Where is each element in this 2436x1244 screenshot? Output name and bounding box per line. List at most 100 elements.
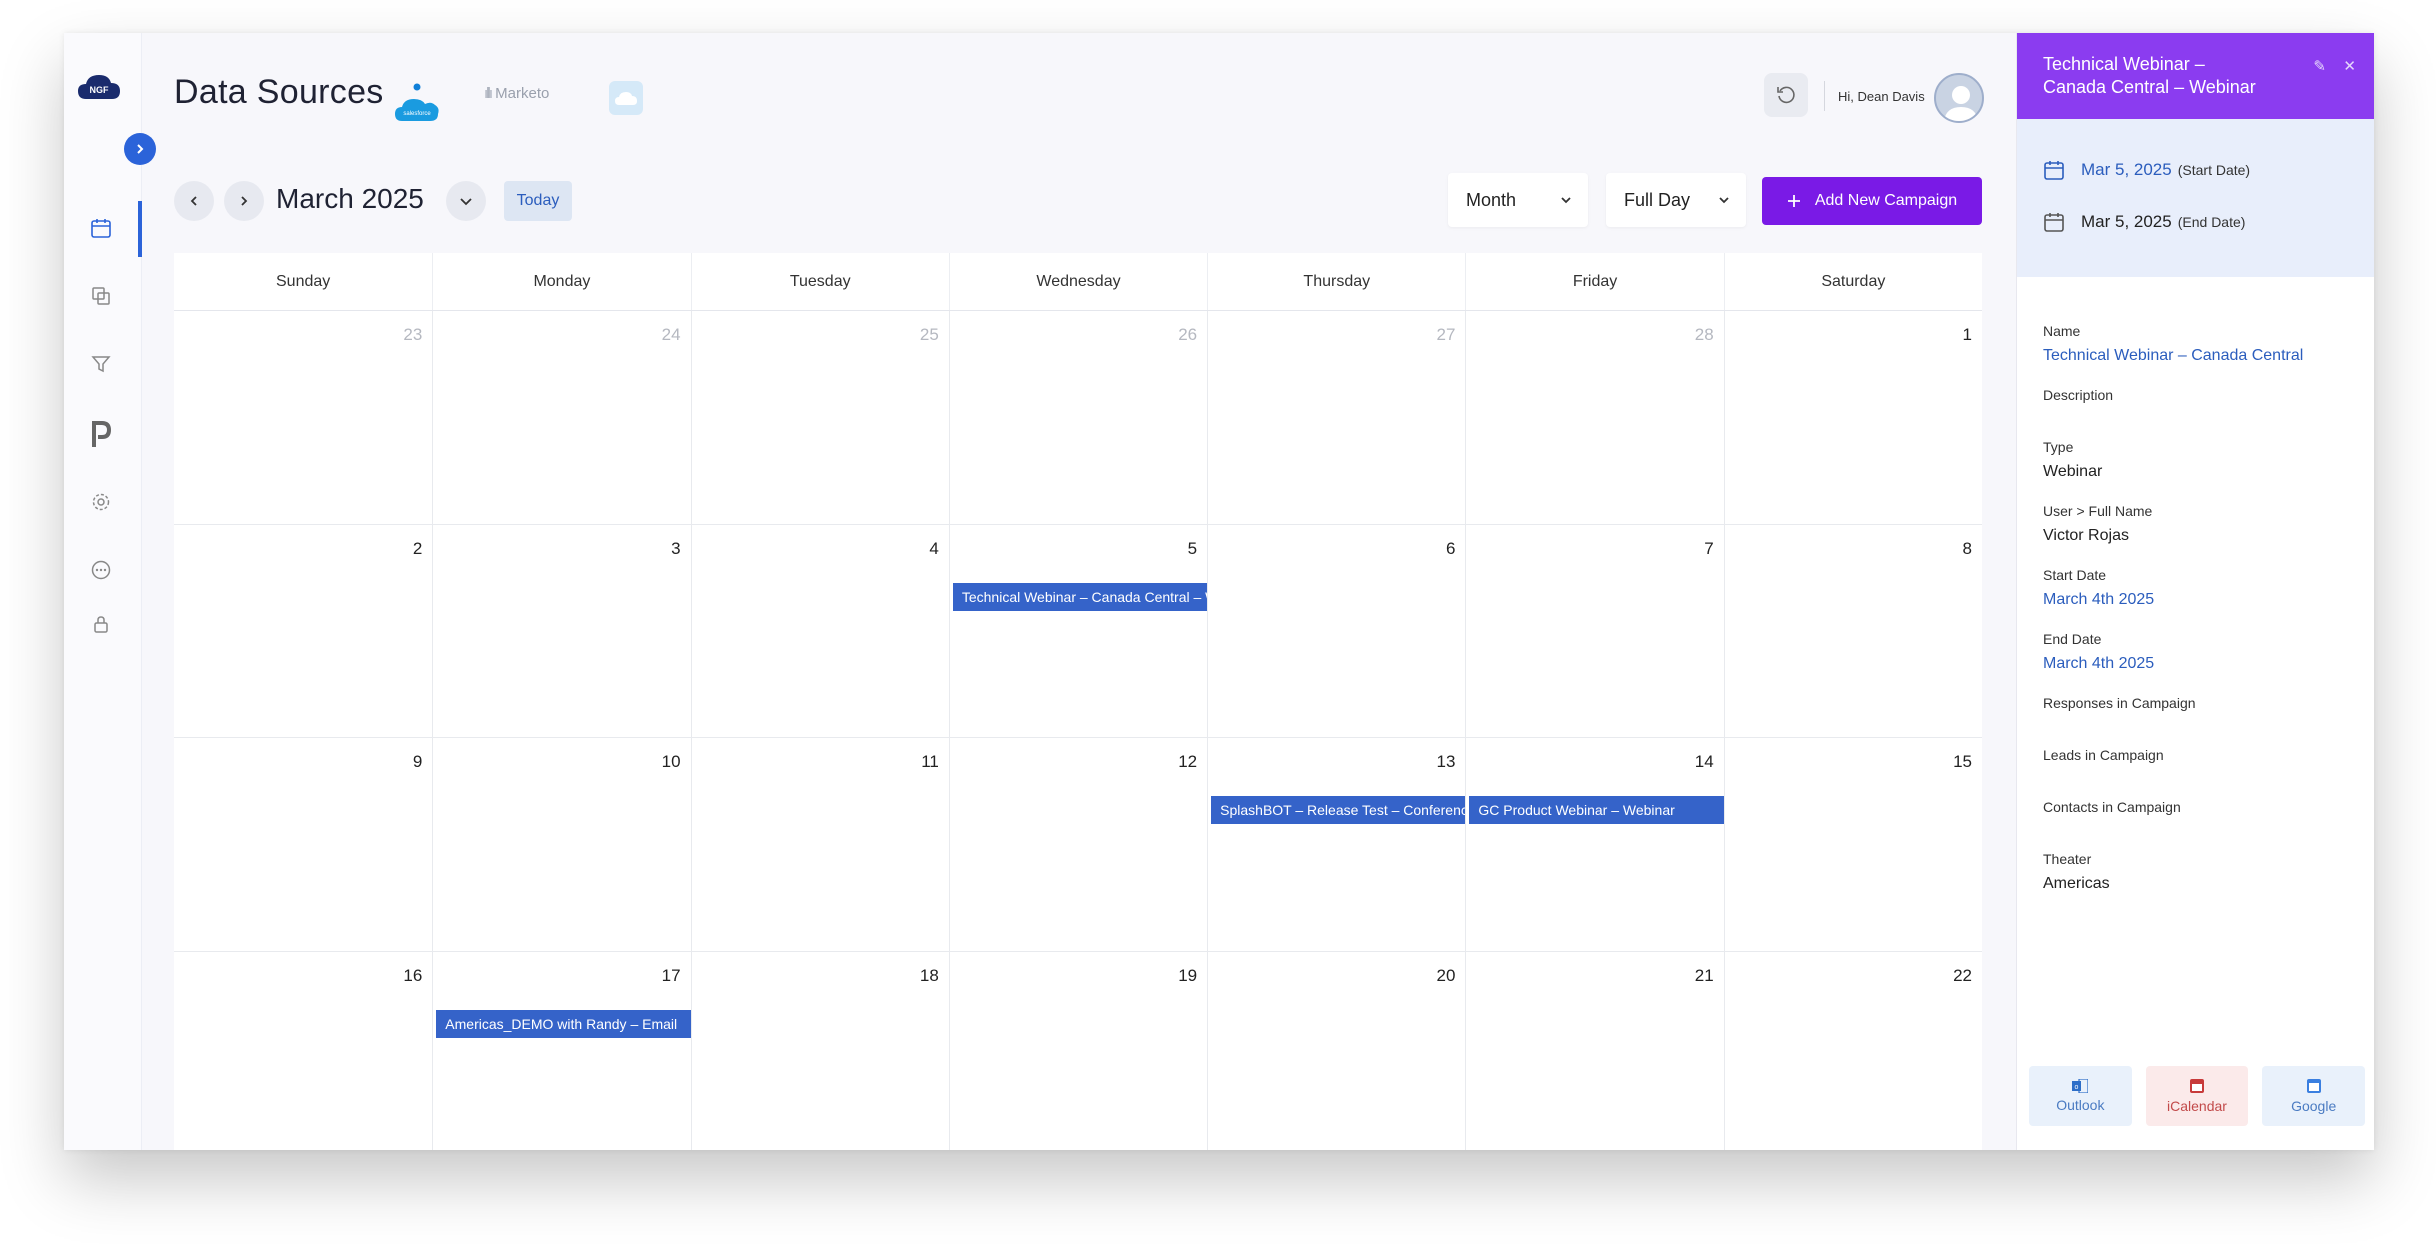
day-cell[interactable]: 26 <box>948 311 1208 525</box>
refresh-button[interactable] <box>1764 73 1808 117</box>
calendar-event[interactable]: SplashBOT – Release Test – Conference <box>1211 796 1466 824</box>
marketo-bars-icon: ıllı <box>484 85 493 102</box>
calendar-icon <box>2044 213 2064 232</box>
day-number: 23 <box>403 325 423 344</box>
add-new-campaign-button[interactable]: Add New Campaign <box>1762 177 1982 225</box>
marketo-logo-text: Marketo <box>495 85 550 102</box>
day-cell[interactable]: 3 <box>432 524 691 738</box>
calendar-nav-icon[interactable] <box>86 213 116 243</box>
icalendar-export-button[interactable]: iCalendar <box>2145 1066 2249 1126</box>
day-cell[interactable]: 18 <box>690 951 949 1150</box>
detail-field-value[interactable]: Technical Webinar – Canada Central <box>2043 343 2348 387</box>
calendar-icon <box>2044 161 2064 180</box>
month-picker-button[interactable] <box>446 181 486 221</box>
page-title: Data Sources <box>174 73 384 111</box>
detail-field-label: Contacts in Campaign <box>2043 799 2181 815</box>
day-number: 28 <box>1694 325 1714 344</box>
calendar-event[interactable]: GC Product Webinar – Webinar <box>1469 796 1724 824</box>
calendar-event[interactable]: Technical Webinar – Canada Central – Web… <box>952 582 1208 611</box>
view-select-value: Month <box>1466 189 1517 210</box>
weekday-label: Sunday <box>276 272 331 290</box>
logo[interactable]: NGF <box>76 71 122 103</box>
avatar[interactable] <box>1934 73 1984 123</box>
day-cell[interactable]: 20 <box>1207 951 1465 1150</box>
chevron-down-icon <box>460 198 472 206</box>
day-cell[interactable]: 23 <box>174 311 433 525</box>
day-cell[interactable]: 5 Technical Webinar – Canada Central – We… <box>948 524 1208 738</box>
cloud-icon <box>615 92 637 105</box>
time-range-select-value: Full Day <box>1624 189 1691 210</box>
day-cell[interactable]: 6 <box>1207 524 1466 738</box>
day-cell[interactable]: 11 <box>690 738 949 952</box>
day-number: 8 <box>1962 538 1972 558</box>
day-cell[interactable]: 10 <box>432 738 691 952</box>
detail-field-label: Description <box>2043 387 2114 403</box>
weekday-label: Friday <box>1465 253 1723 310</box>
day-cell[interactable]: 14 GC Product Webinar – Webinar <box>1465 738 1724 952</box>
detail-field-label: End Date <box>2043 631 2102 647</box>
outlook-icon: o <box>2072 1079 2089 1093</box>
google-calendar-icon <box>2306 1079 2321 1093</box>
day-number: 24 <box>661 325 681 344</box>
chevron-down-icon <box>1719 197 1729 204</box>
day-number: 6 <box>1445 538 1456 558</box>
day-number: 17 <box>661 965 681 985</box>
marketo-source-logo[interactable]: ıllı Marketo <box>484 85 549 102</box>
day-cell[interactable]: 2 <box>174 525 433 738</box>
day-cell[interactable]: 24 <box>432 311 691 525</box>
close-icon[interactable]: ✕ <box>2343 55 2356 78</box>
lock-nav-icon[interactable] <box>86 609 116 639</box>
day-number: 27 <box>1436 325 1456 344</box>
day-cell[interactable]: 27 <box>1207 311 1466 525</box>
detail-field-label: User > Full Name <box>2043 503 2153 519</box>
salesforce-source-logo[interactable]: salesforce <box>394 83 440 134</box>
user-avatar-icon <box>1944 86 1978 121</box>
sidebar: NGF <box>64 33 142 1150</box>
google-export-button[interactable]: Google <box>2262 1066 2366 1126</box>
day-cell[interactable]: 17 Americas_DEMO with Randy – Email <box>432 951 691 1150</box>
day-cell[interactable]: 28 <box>1465 311 1724 525</box>
day-cell[interactable]: 1 <box>1723 311 1982 525</box>
detail-field-empty <box>2043 407 2348 439</box>
sidebar-expand-button[interactable] <box>124 133 156 165</box>
day-cell[interactable]: 7 <box>1465 524 1724 738</box>
day-cell[interactable]: 19 <box>948 951 1207 1150</box>
time-range-select[interactable]: Full Day <box>1606 173 1746 227</box>
outlook-export-button[interactable]: o Outlook <box>2029 1066 2132 1126</box>
day-cell[interactable]: 22 <box>1723 951 1982 1150</box>
day-cell[interactable]: 15 <box>1723 738 1982 952</box>
prev-month-button[interactable] <box>174 181 214 221</box>
day-cell[interactable]: 13 SplashBOT – Release Test – Conference <box>1207 738 1466 952</box>
panel-header: Technical Webinar – Canada Central – Web… <box>2017 33 2374 119</box>
more-nav-icon[interactable] <box>86 555 116 585</box>
detail-field-empty <box>2043 767 2348 799</box>
pardot-nav-icon[interactable] <box>86 419 116 449</box>
day-cell[interactable]: 25 <box>690 311 949 525</box>
day-cell[interactable]: 16 <box>174 952 432 1151</box>
filter-nav-icon[interactable] <box>86 349 116 379</box>
campaign-detail-panel: Technical Webinar – Canada Central – Web… <box>2016 33 2374 1150</box>
view-select[interactable]: Month <box>1448 173 1588 227</box>
gear-nav-icon[interactable] <box>86 487 116 517</box>
google-label: Google <box>2291 1098 2337 1114</box>
detail-field-value[interactable]: March 4th 2025 <box>2043 587 2348 631</box>
day-number: 11 <box>921 752 939 771</box>
copy-nav-icon[interactable] <box>86 281 116 311</box>
detail-field: Description <box>2043 387 2348 439</box>
day-cell[interactable]: 21 <box>1465 951 1723 1150</box>
day-cell[interactable]: 4 <box>690 524 949 738</box>
day-number: 5 <box>1187 538 1198 558</box>
calendar-event[interactable]: Americas_DEMO with Randy – Email <box>436 1009 691 1038</box>
day-number: 19 <box>1178 965 1198 985</box>
next-month-button[interactable] <box>224 181 264 221</box>
edit-icon[interactable]: ✎ <box>2313 55 2326 78</box>
day-cell[interactable]: 9 <box>174 738 433 952</box>
detail-field: Name Technical Webinar – Canada Central <box>2043 323 2348 387</box>
day-cell[interactable]: 12 <box>948 738 1208 952</box>
detail-field-value[interactable]: March 4th 2025 <box>2043 651 2348 695</box>
day-number: 21 <box>1694 965 1714 985</box>
cloud-source-logo[interactable] <box>609 81 643 115</box>
day-cell[interactable]: 8 <box>1723 524 1982 738</box>
svg-text:o: o <box>2075 1084 2079 1091</box>
today-button[interactable]: Today <box>504 181 572 221</box>
